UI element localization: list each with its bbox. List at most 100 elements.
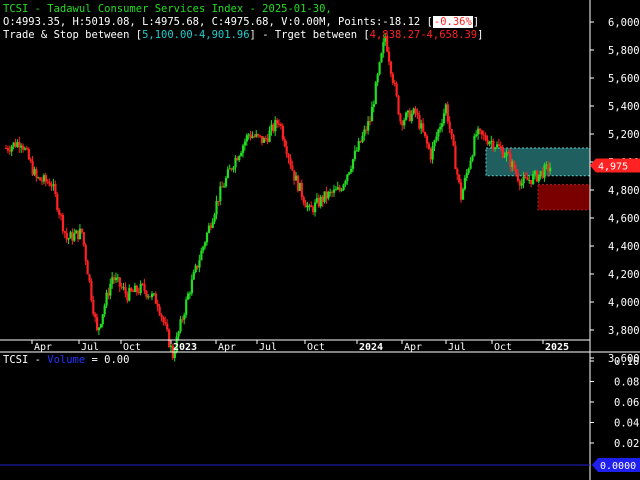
candle-body (179, 319, 182, 332)
trade-label: Trade & Stop between [ (3, 29, 143, 41)
candle-body (484, 135, 487, 141)
candle-body (204, 242, 207, 247)
candle-body (86, 260, 89, 275)
candle-body (37, 177, 40, 179)
candle-body (353, 150, 357, 160)
candle-body (33, 169, 36, 175)
candle-body (314, 202, 317, 213)
candle-body (158, 306, 161, 315)
candle-body (77, 230, 80, 240)
candle-body (283, 139, 286, 147)
candle-body (96, 317, 99, 331)
candle-body (224, 177, 228, 187)
candle-body (156, 303, 159, 307)
candle-body (276, 120, 279, 124)
candle-body (503, 156, 506, 158)
candle-body (431, 146, 434, 160)
candle-body (522, 176, 525, 184)
volume-prefix: TCSI - (3, 354, 48, 366)
candle-body (150, 293, 154, 298)
target-label: ] - Trget between [ (249, 29, 370, 41)
y-tick-label: 5,800 (608, 45, 640, 57)
candle-body (497, 144, 501, 147)
candle-body (221, 186, 224, 188)
candle-body (505, 152, 508, 157)
candle-body (257, 133, 260, 136)
candle-body (67, 238, 70, 240)
candle-body (397, 95, 400, 115)
candle-body (259, 135, 262, 137)
candle-body (223, 186, 226, 188)
candle-body (401, 121, 404, 126)
candle-body (99, 324, 102, 328)
candle-body (44, 175, 48, 182)
candle-body (14, 142, 17, 147)
candle-body (5, 148, 8, 149)
candle-body (219, 186, 222, 202)
candle-body (458, 174, 461, 183)
candle-body (279, 124, 283, 126)
candle-body (367, 121, 370, 131)
candle-body (382, 42, 385, 54)
candle-body (450, 129, 453, 135)
price-chart[interactable]: 6,0005,8005,6005,4005,2005,0004,8004,600… (0, 0, 640, 480)
candle-body (50, 185, 53, 187)
candle-body (528, 180, 531, 182)
candle-body (327, 191, 330, 199)
candle-body (526, 177, 529, 181)
candle-body (29, 159, 32, 162)
candle-body (124, 287, 127, 294)
candle-body (355, 150, 358, 152)
candle-body (395, 83, 398, 96)
candle-body (539, 170, 542, 175)
candle-body (185, 299, 188, 315)
candle-body (471, 155, 474, 161)
candle-body (61, 215, 65, 232)
candle-body (338, 187, 341, 191)
candle-body (41, 180, 44, 182)
candle-body (147, 296, 150, 298)
candle-body (545, 164, 548, 166)
target-bracket: ] (477, 29, 484, 41)
candle-body (530, 180, 533, 184)
candle-body (109, 283, 112, 296)
candle-body (532, 174, 535, 184)
candle-body (547, 164, 550, 172)
candle-body (365, 129, 368, 131)
candle-body (287, 154, 290, 159)
ohlc-bracket: ] (472, 16, 480, 28)
candle-body (369, 121, 372, 123)
candle-body (329, 191, 332, 193)
candle-body (84, 244, 87, 261)
candle-body (317, 198, 321, 207)
candle-body (52, 184, 55, 186)
candle-body (249, 134, 252, 138)
candle-body (296, 175, 300, 191)
candle-body (135, 285, 139, 293)
candle-body (467, 168, 470, 173)
candle-body (429, 148, 432, 160)
last-price-label: 4,975 (598, 162, 628, 173)
candle-body (149, 296, 152, 298)
candle-body (427, 143, 430, 149)
candle-body (48, 182, 51, 186)
candle-body (245, 135, 248, 142)
candle-body (374, 82, 377, 105)
candle-body (58, 209, 61, 215)
candle-body (118, 277, 121, 287)
candle-body (75, 230, 78, 234)
candle-body (325, 191, 328, 199)
candle-body (234, 158, 237, 168)
candle-body (543, 164, 546, 178)
candle-body (435, 136, 438, 141)
candle-body (372, 104, 375, 107)
candle-body (80, 228, 84, 233)
candle-body (461, 189, 465, 200)
candle-body (114, 277, 118, 281)
candle-body (39, 177, 42, 181)
candle-body (541, 170, 544, 178)
candle-body (205, 232, 209, 243)
candle-body (448, 121, 451, 130)
candle-body (490, 140, 493, 143)
candle-body (340, 190, 343, 192)
